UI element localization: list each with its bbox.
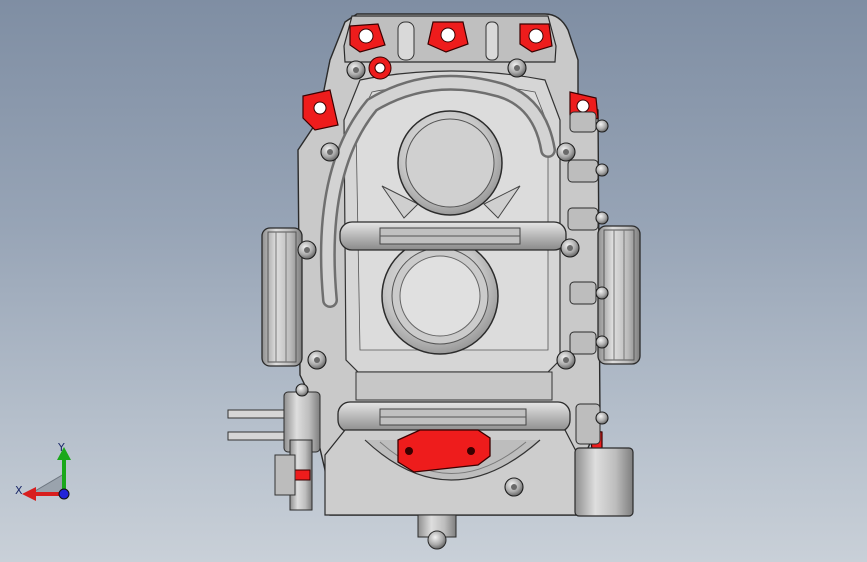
lower-cross-strut bbox=[337, 401, 571, 433]
axis-triad bbox=[22, 447, 71, 501]
engine-gearbox-model[interactable] bbox=[0, 0, 867, 562]
shift-fork-bracket bbox=[227, 391, 321, 511]
right-bottom-cylinder bbox=[574, 447, 634, 517]
red-cover-plate bbox=[397, 429, 491, 473]
upper-cross-strut bbox=[339, 221, 567, 251]
sump-section bbox=[355, 371, 553, 401]
y-axis-label: Y bbox=[58, 441, 65, 454]
lower-bearing-cover bbox=[381, 237, 499, 355]
z-axis-dot bbox=[58, 488, 70, 500]
left-port-cylinder bbox=[261, 227, 303, 367]
cad-viewport[interactable]: Y X bbox=[0, 0, 867, 562]
x-axis-label: X bbox=[15, 484, 23, 497]
drain-plug bbox=[417, 514, 457, 550]
